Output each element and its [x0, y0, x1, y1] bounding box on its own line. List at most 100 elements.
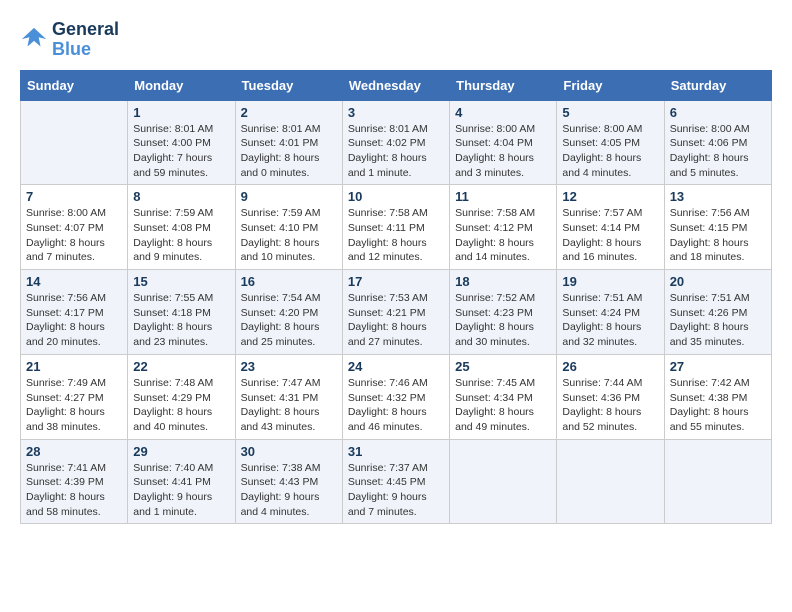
- day-number: 23: [241, 359, 337, 374]
- calendar-cell: 27 Sunrise: 7:42 AM Sunset: 4:38 PM Dayli…: [664, 354, 771, 439]
- day-info: Sunrise: 7:57 AM Sunset: 4:14 PM Dayligh…: [562, 206, 658, 265]
- calendar-cell: 9 Sunrise: 7:59 AM Sunset: 4:10 PM Daylig…: [235, 185, 342, 270]
- calendar-cell: 7 Sunrise: 8:00 AM Sunset: 4:07 PM Daylig…: [21, 185, 128, 270]
- day-number: 15: [133, 274, 229, 289]
- page-header: General Blue: [20, 20, 772, 60]
- calendar-cell: 26 Sunrise: 7:44 AM Sunset: 4:36 PM Dayli…: [557, 354, 664, 439]
- day-number: 20: [670, 274, 766, 289]
- calendar-cell: [450, 439, 557, 524]
- calendar-cell: 30 Sunrise: 7:38 AM Sunset: 4:43 PM Dayli…: [235, 439, 342, 524]
- day-number: 13: [670, 189, 766, 204]
- weekday-header-tuesday: Tuesday: [235, 70, 342, 100]
- day-info: Sunrise: 7:51 AM Sunset: 4:26 PM Dayligh…: [670, 291, 766, 350]
- calendar-cell: [664, 439, 771, 524]
- day-info: Sunrise: 7:45 AM Sunset: 4:34 PM Dayligh…: [455, 376, 551, 435]
- day-number: 10: [348, 189, 444, 204]
- calendar-cell: 5Sunrise: 8:00 AM Sunset: 4:05 PM Daylig…: [557, 100, 664, 185]
- day-info: Sunrise: 7:59 AM Sunset: 4:10 PM Dayligh…: [241, 206, 337, 265]
- day-info: Sunrise: 8:00 AM Sunset: 4:07 PM Dayligh…: [26, 206, 122, 265]
- calendar-cell: 13 Sunrise: 7:56 AM Sunset: 4:15 PM Dayli…: [664, 185, 771, 270]
- day-number: 21: [26, 359, 122, 374]
- calendar-cell: 21Sunrise: 7:49 AM Sunset: 4:27 PM Dayli…: [21, 354, 128, 439]
- calendar-cell: 3 Sunrise: 8:01 AM Sunset: 4:02 PM Daylig…: [342, 100, 449, 185]
- day-number: 16: [241, 274, 337, 289]
- day-number: 26: [562, 359, 658, 374]
- calendar-cell: 6 Sunrise: 8:00 AM Sunset: 4:06 PM Daylig…: [664, 100, 771, 185]
- week-row-1: 1 Sunrise: 8:01 AM Sunset: 4:00 PM Daylig…: [21, 100, 772, 185]
- calendar-cell: [557, 439, 664, 524]
- day-number: 12: [562, 189, 658, 204]
- day-number: 17: [348, 274, 444, 289]
- calendar-cell: 10 Sunrise: 7:58 AM Sunset: 4:11 PM Dayli…: [342, 185, 449, 270]
- day-info: Sunrise: 8:01 AM Sunset: 4:00 PM Dayligh…: [133, 122, 229, 181]
- calendar-cell: 14Sunrise: 7:56 AM Sunset: 4:17 PM Dayli…: [21, 270, 128, 355]
- calendar-cell: 8 Sunrise: 7:59 AM Sunset: 4:08 PM Daylig…: [128, 185, 235, 270]
- calendar-cell: 4 Sunrise: 8:00 AM Sunset: 4:04 PM Daylig…: [450, 100, 557, 185]
- day-number: 4: [455, 105, 551, 120]
- day-number: 27: [670, 359, 766, 374]
- day-number: 5: [562, 105, 658, 120]
- calendar-cell: 16 Sunrise: 7:54 AM Sunset: 4:20 PM Dayli…: [235, 270, 342, 355]
- week-row-4: 21Sunrise: 7:49 AM Sunset: 4:27 PM Dayli…: [21, 354, 772, 439]
- day-info: Sunrise: 7:42 AM Sunset: 4:38 PM Dayligh…: [670, 376, 766, 435]
- calendar-cell: 17 Sunrise: 7:53 AM Sunset: 4:21 PM Dayli…: [342, 270, 449, 355]
- calendar-cell: 15 Sunrise: 7:55 AM Sunset: 4:18 PM Dayli…: [128, 270, 235, 355]
- day-info: Sunrise: 7:40 AM Sunset: 4:41 PM Dayligh…: [133, 461, 229, 520]
- day-number: 30: [241, 444, 337, 459]
- weekday-header-thursday: Thursday: [450, 70, 557, 100]
- calendar-cell: 1 Sunrise: 8:01 AM Sunset: 4:00 PM Daylig…: [128, 100, 235, 185]
- calendar-cell: 24 Sunrise: 7:46 AM Sunset: 4:32 PM Dayli…: [342, 354, 449, 439]
- calendar-cell: 20 Sunrise: 7:51 AM Sunset: 4:26 PM Dayli…: [664, 270, 771, 355]
- day-number: 3: [348, 105, 444, 120]
- calendar-cell: 23 Sunrise: 7:47 AM Sunset: 4:31 PM Dayli…: [235, 354, 342, 439]
- day-number: 8: [133, 189, 229, 204]
- day-info: Sunrise: 8:00 AM Sunset: 4:06 PM Dayligh…: [670, 122, 766, 181]
- calendar-cell: 29 Sunrise: 7:40 AM Sunset: 4:41 PM Dayli…: [128, 439, 235, 524]
- day-info: Sunrise: 7:38 AM Sunset: 4:43 PM Dayligh…: [241, 461, 337, 520]
- logo: General Blue: [20, 20, 119, 60]
- day-number: 31: [348, 444, 444, 459]
- day-info: Sunrise: 7:52 AM Sunset: 4:23 PM Dayligh…: [455, 291, 551, 350]
- day-info: Sunrise: 8:01 AM Sunset: 4:01 PM Dayligh…: [241, 122, 337, 181]
- day-info: Sunrise: 7:55 AM Sunset: 4:18 PM Dayligh…: [133, 291, 229, 350]
- calendar-cell: 31 Sunrise: 7:37 AM Sunset: 4:45 PM Dayli…: [342, 439, 449, 524]
- day-info: Sunrise: 7:37 AM Sunset: 4:45 PM Dayligh…: [348, 461, 444, 520]
- weekday-header-friday: Friday: [557, 70, 664, 100]
- day-number: 7: [26, 189, 122, 204]
- day-info: Sunrise: 7:46 AM Sunset: 4:32 PM Dayligh…: [348, 376, 444, 435]
- calendar-cell: 28 Sunrise: 7:41 AM Sunset: 4:39 PM Dayli…: [21, 439, 128, 524]
- day-info: Sunrise: 7:47 AM Sunset: 4:31 PM Dayligh…: [241, 376, 337, 435]
- day-info: Sunrise: 7:51 AM Sunset: 4:24 PM Dayligh…: [562, 291, 658, 350]
- day-number: 24: [348, 359, 444, 374]
- day-number: 9: [241, 189, 337, 204]
- day-info: Sunrise: 7:54 AM Sunset: 4:20 PM Dayligh…: [241, 291, 337, 350]
- week-row-3: 14Sunrise: 7:56 AM Sunset: 4:17 PM Dayli…: [21, 270, 772, 355]
- day-info: Sunrise: 7:58 AM Sunset: 4:11 PM Dayligh…: [348, 206, 444, 265]
- weekday-header-wednesday: Wednesday: [342, 70, 449, 100]
- calendar-cell: 25 Sunrise: 7:45 AM Sunset: 4:34 PM Dayli…: [450, 354, 557, 439]
- day-number: 11: [455, 189, 551, 204]
- weekday-header-monday: Monday: [128, 70, 235, 100]
- day-info: Sunrise: 8:00 AM Sunset: 4:04 PM Dayligh…: [455, 122, 551, 181]
- day-info: Sunrise: 7:53 AM Sunset: 4:21 PM Dayligh…: [348, 291, 444, 350]
- weekday-header-row: SundayMondayTuesdayWednesdayThursdayFrid…: [21, 70, 772, 100]
- day-info: Sunrise: 7:44 AM Sunset: 4:36 PM Dayligh…: [562, 376, 658, 435]
- logo-text: General Blue: [52, 20, 119, 60]
- day-info: Sunrise: 8:01 AM Sunset: 4:02 PM Dayligh…: [348, 122, 444, 181]
- weekday-header-sunday: Sunday: [21, 70, 128, 100]
- calendar-cell: 2 Sunrise: 8:01 AM Sunset: 4:01 PM Daylig…: [235, 100, 342, 185]
- day-number: 6: [670, 105, 766, 120]
- day-number: 29: [133, 444, 229, 459]
- calendar-cell: [21, 100, 128, 185]
- day-number: 2: [241, 105, 337, 120]
- day-info: Sunrise: 7:56 AM Sunset: 4:17 PM Dayligh…: [26, 291, 122, 350]
- day-info: Sunrise: 7:41 AM Sunset: 4:39 PM Dayligh…: [26, 461, 122, 520]
- day-info: Sunrise: 7:59 AM Sunset: 4:08 PM Dayligh…: [133, 206, 229, 265]
- calendar-table: SundayMondayTuesdayWednesdayThursdayFrid…: [20, 70, 772, 525]
- calendar-cell: 18Sunrise: 7:52 AM Sunset: 4:23 PM Dayli…: [450, 270, 557, 355]
- day-number: 22: [133, 359, 229, 374]
- day-number: 1: [133, 105, 229, 120]
- day-number: 25: [455, 359, 551, 374]
- day-number: 28: [26, 444, 122, 459]
- day-info: Sunrise: 7:56 AM Sunset: 4:15 PM Dayligh…: [670, 206, 766, 265]
